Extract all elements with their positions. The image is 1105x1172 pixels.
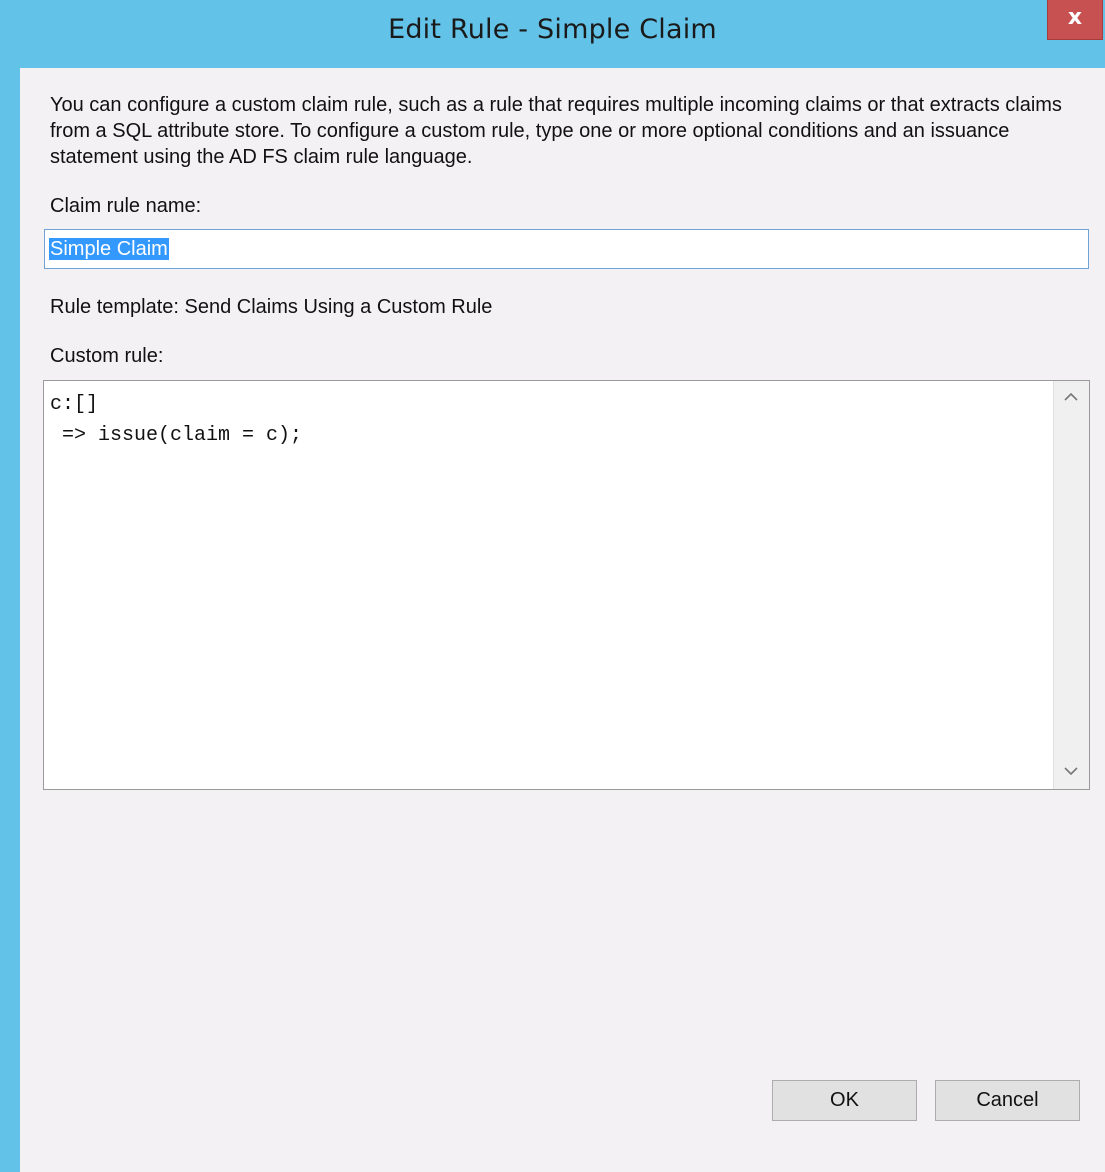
- window-title: Edit Rule - Simple Claim: [388, 14, 717, 45]
- close-icon: x: [1067, 5, 1083, 30]
- ok-button[interactable]: OK: [772, 1080, 917, 1121]
- claim-rule-name-value: Simple Claim: [49, 238, 169, 260]
- claim-rule-name-input[interactable]: Simple Claim: [44, 229, 1089, 269]
- scroll-down-button[interactable]: [1054, 755, 1089, 789]
- custom-rule-textarea[interactable]: c:[] => issue(claim = c);: [43, 380, 1090, 790]
- claim-rule-name-label: Claim rule name:: [50, 195, 202, 217]
- chevron-up-icon: [1064, 392, 1078, 401]
- close-button[interactable]: x: [1047, 0, 1103, 40]
- title-bar[interactable]: Edit Rule - Simple Claim x: [0, 0, 1105, 68]
- description-text: You can configure a custom claim rule, s…: [50, 94, 1062, 168]
- dialog-body: You can configure a custom claim rule, s…: [20, 68, 1105, 1172]
- custom-rule-value: c:[] => issue(claim = c);: [50, 393, 303, 447]
- vertical-scrollbar[interactable]: [1053, 381, 1089, 789]
- cancel-button[interactable]: Cancel: [935, 1080, 1080, 1121]
- edit-rule-dialog: Edit Rule - Simple Claim x You can confi…: [0, 0, 1105, 1172]
- scroll-up-button[interactable]: [1054, 381, 1089, 415]
- chevron-down-icon: [1064, 767, 1078, 776]
- rule-template-text: Rule template: Send Claims Using a Custo…: [50, 296, 493, 318]
- custom-rule-label: Custom rule:: [50, 345, 164, 367]
